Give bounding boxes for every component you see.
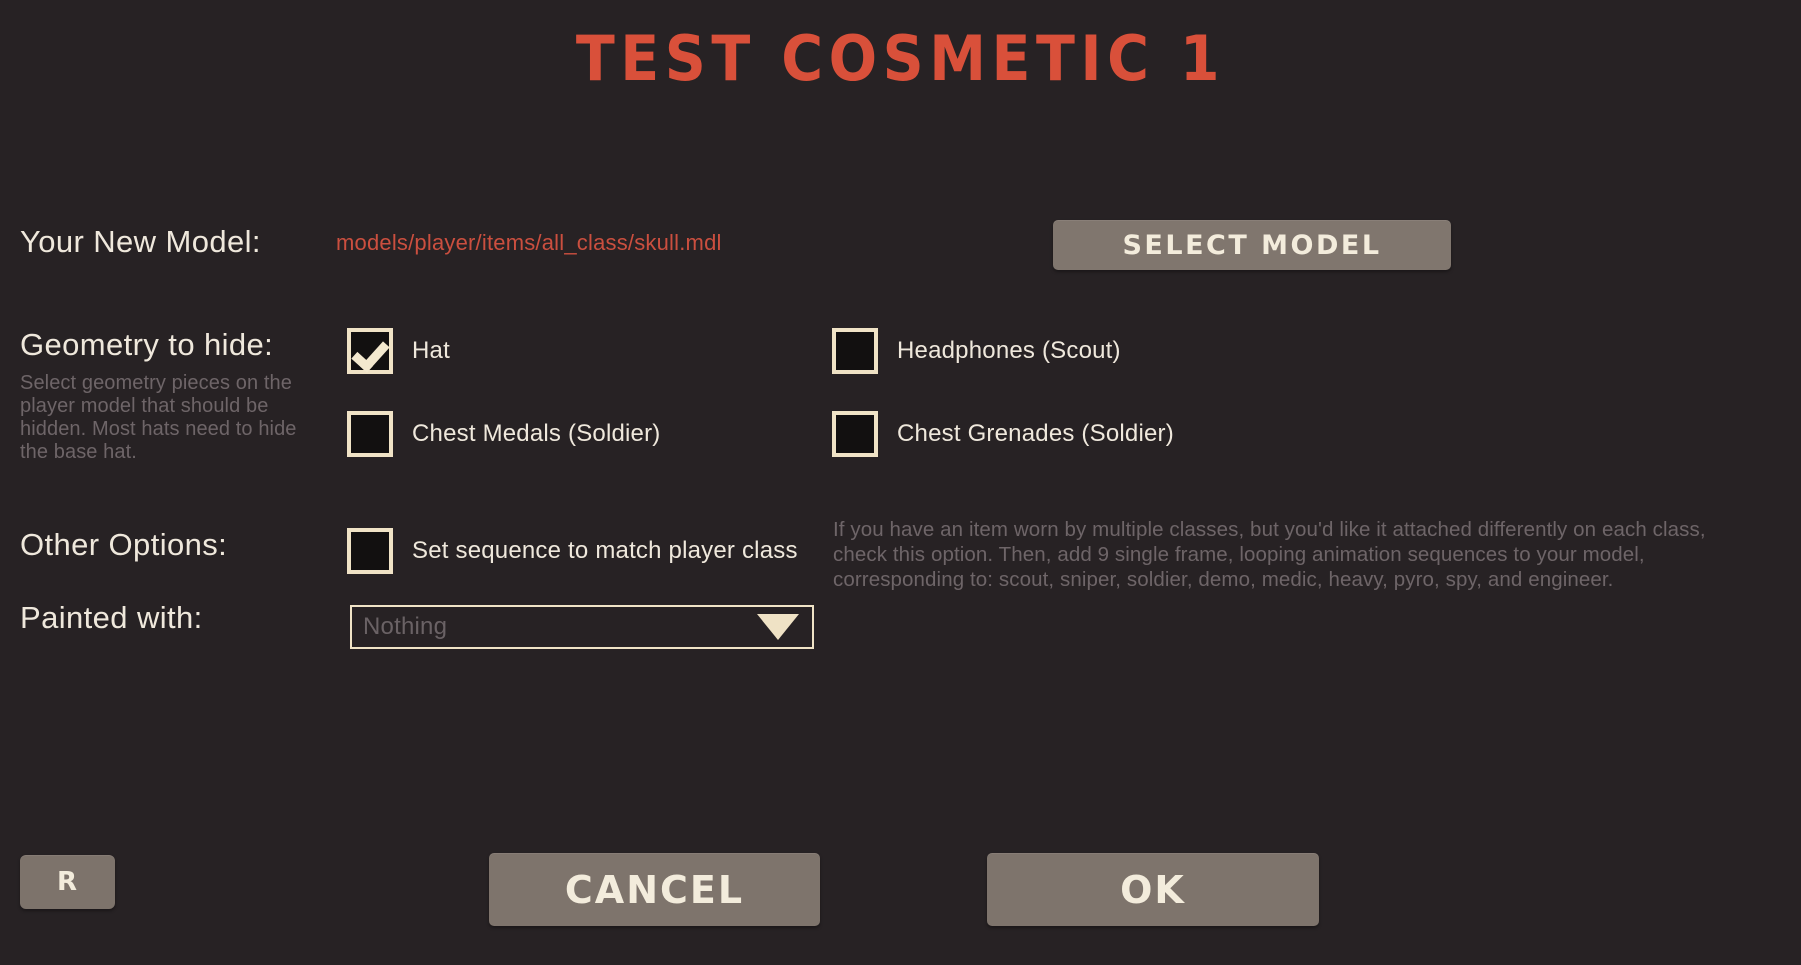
painted-with-label: Painted with: xyxy=(20,600,203,635)
reset-button[interactable]: R xyxy=(20,855,115,909)
checkbox-row-headphones[interactable]: Headphones (Scout) xyxy=(832,328,1121,374)
paint-dropdown[interactable]: Nothing xyxy=(350,605,814,649)
checkbox-label-hat: Hat xyxy=(412,337,450,364)
other-options-label: Other Options: xyxy=(20,527,228,562)
cancel-button[interactable]: CANCEL xyxy=(489,853,820,926)
checkbox-label-headphones: Headphones (Scout) xyxy=(897,337,1121,364)
chevron-down-icon xyxy=(757,614,799,640)
your-new-model-label: Your New Model: xyxy=(20,224,261,259)
checkbox-hat[interactable] xyxy=(347,328,393,374)
model-path-value: models/player/items/all_class/skull.mdl xyxy=(336,230,722,255)
paint-dropdown-value: Nothing xyxy=(363,613,448,640)
checkbox-row-chest-grenades[interactable]: Chest Grenades (Soldier) xyxy=(832,411,1174,457)
ok-button[interactable]: OK xyxy=(987,853,1319,926)
checkbox-row-set-sequence[interactable]: Set sequence to match player class xyxy=(347,528,798,574)
checkbox-set-sequence[interactable] xyxy=(347,528,393,574)
checkbox-row-hat[interactable]: Hat xyxy=(347,328,450,374)
checkbox-label-chest-medals: Chest Medals (Soldier) xyxy=(412,420,661,447)
checkbox-label-chest-grenades: Chest Grenades (Soldier) xyxy=(897,420,1174,447)
geometry-to-hide-label: Geometry to hide: xyxy=(20,327,274,362)
checkbox-chest-grenades[interactable] xyxy=(832,411,878,457)
other-options-info-text: If you have an item worn by multiple cla… xyxy=(833,518,1706,591)
checkbox-chest-medals[interactable] xyxy=(347,411,393,457)
checkbox-headphones[interactable] xyxy=(832,328,878,374)
checkbox-label-set-sequence: Set sequence to match player class xyxy=(412,537,798,564)
page-title: TEST COSMETIC 1 xyxy=(575,22,1226,95)
geometry-helper-text: Select geometry pieces on the player mod… xyxy=(20,372,297,463)
select-model-button[interactable]: SELECT MODEL xyxy=(1053,220,1451,270)
checkbox-row-chest-medals[interactable]: Chest Medals (Soldier) xyxy=(347,411,661,457)
